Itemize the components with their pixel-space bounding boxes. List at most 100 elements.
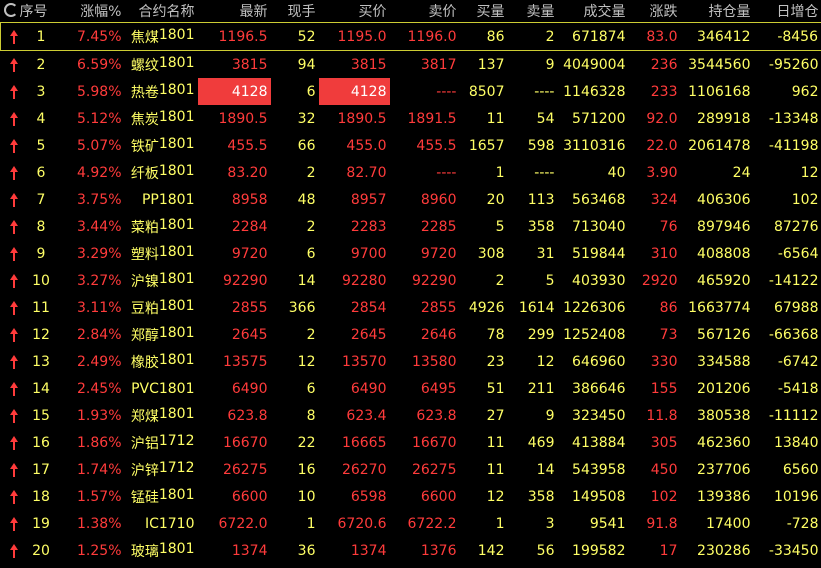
bid-vol-cell: 86 — [459, 22, 508, 51]
change-cell: 91.8 — [646, 515, 678, 532]
contract-cell[interactable]: 玻璃 1801 — [125, 537, 198, 564]
contract-cell[interactable]: IC 1710 — [125, 510, 198, 537]
index-cell: 10 — [32, 272, 50, 289]
contract-cell[interactable]: 塑料 1801 — [125, 240, 198, 267]
contract-month: 1801 — [158, 270, 195, 287]
open-interest-cell: 334588 — [697, 353, 751, 370]
ask-vol-cell: 12 — [536, 353, 555, 370]
header-contract-name[interactable]: 合约名称 — [125, 0, 198, 23]
volume-cell: 713040 — [572, 218, 626, 235]
contract-cell[interactable]: 纤板 1801 — [125, 159, 198, 186]
table-row[interactable]: 4 5.12% 焦炭 1801 1890.5 32 1890.5 1891.5 11 54 5712… — [1, 105, 821, 132]
contract-name: 纤板 — [130, 165, 159, 182]
table-row[interactable]: 15 1.93% 郑煤 1801 623.8 8 623.4 623.8 27 9 323450 11… — [1, 402, 821, 429]
open-interest-cell: 406306 — [697, 191, 751, 208]
header-ask-vol[interactable]: 卖量 — [508, 0, 558, 23]
open-interest-cell: 3544560 — [688, 56, 751, 73]
index-cell: 13 — [32, 353, 50, 370]
change-pct-cell: 3.29% — [77, 245, 122, 262]
header-last[interactable]: 最新 — [198, 0, 271, 23]
contract-cell[interactable]: 螺纹 1801 — [125, 51, 198, 79]
contract-cell[interactable]: 沪镍 1801 — [125, 267, 198, 294]
refresh-icon[interactable] — [3, 3, 18, 17]
header-change[interactable]: 涨跌 — [629, 0, 681, 23]
contract-cell[interactable]: 豆粕 1801 — [125, 294, 198, 321]
current-hand-cell: 6 — [306, 83, 316, 100]
table-row[interactable]: 11 3.11% 豆粕 1801 2855 366 2854 2855 4926 1614 1226… — [1, 294, 821, 321]
bid-cell: 82.70 — [346, 164, 387, 181]
contract-cell[interactable]: PP 1801 — [125, 186, 198, 213]
change-pct-cell: 3.27% — [77, 272, 122, 289]
table-row[interactable]: 16 1.86% 沪铝 1712 16670 22 16665 16670 11 469 41388… — [1, 429, 821, 456]
trend-cell — [1, 483, 23, 510]
table-row[interactable]: 7 3.75% PP 1801 8958 48 8957 8960 20 113 563468 324… — [1, 186, 821, 213]
last-cell: 8958 — [231, 191, 268, 208]
bid-cell: 2854 — [350, 299, 387, 316]
header-change-pct[interactable]: 涨幅% — [60, 0, 125, 23]
table-row[interactable]: 1 7.45% 焦煤 1801 1196.5 52 1195.0 1196.0 86 2 67187… — [0, 22, 821, 51]
contract-cell[interactable]: PVC 1801 — [125, 375, 198, 402]
contract-cell[interactable]: 焦炭 1801 — [125, 105, 198, 132]
header-daily-oi-change[interactable]: 日增仓 — [754, 0, 821, 23]
volume-cell: 199582 — [572, 542, 626, 559]
table-row[interactable]: 17 1.74% 沪锌 1712 26275 16 26270 26275 11 14 543958… — [1, 456, 821, 483]
table-row[interactable]: 10 3.27% 沪镍 1801 92290 14 92280 92290 2 5 403930 29… — [1, 267, 821, 294]
index-cell: 14 — [32, 380, 50, 397]
contract-cell[interactable]: 郑煤 1801 — [125, 402, 198, 429]
header-bid[interactable]: 买价 — [319, 0, 390, 23]
daily-oi-change-cell: -8456 — [753, 22, 821, 51]
ask-vol-cell: 211 — [527, 380, 555, 397]
daily-oi-change-cell: -66368 — [768, 326, 819, 343]
volume-cell: 386646 — [572, 380, 626, 397]
bid-cell: 455.0 — [346, 137, 387, 154]
open-interest-cell: 24 — [732, 164, 751, 181]
trend-cell — [1, 78, 23, 105]
contract-cell[interactable]: 菜粕 1801 — [125, 213, 198, 240]
header-open-interest[interactable]: 持仓量 — [681, 0, 754, 23]
contract-cell[interactable]: 铁矿 1801 — [125, 132, 198, 159]
header-ask[interactable]: 卖价 — [390, 0, 460, 23]
volume-cell: 149508 — [572, 488, 626, 505]
contract-cell[interactable]: 焦煤 1801 — [124, 22, 198, 51]
daily-oi-change-cell: 67988 — [773, 299, 819, 316]
up-arrow-icon — [9, 462, 19, 477]
header-bid-vol[interactable]: 买量 — [460, 0, 508, 23]
change-cell: 102 — [650, 488, 678, 505]
index-cell: 3 — [36, 83, 46, 100]
contract-cell[interactable]: 郑醇 1801 — [125, 321, 198, 348]
contract-cell[interactable]: 橡胶 1801 — [125, 348, 198, 375]
table-row[interactable]: 18 1.57% 锰硅 1801 6600 10 6598 6600 12 358 149508 10… — [1, 483, 821, 510]
contract-cell[interactable]: 沪铝 1712 — [125, 429, 198, 456]
contract-cell[interactable]: 热卷 1801 — [125, 78, 198, 105]
table-row[interactable]: 3 5.98% 热卷 1801 4128 6 4128 ---- 8507 ---- 1146328… — [1, 78, 821, 105]
bid-vol-cell: 137 — [477, 56, 505, 73]
daily-oi-change-cell: -14122 — [768, 272, 819, 289]
bid-vol-cell: 12 — [486, 488, 505, 505]
bid-cell: 13570 — [341, 353, 387, 370]
daily-oi-change-cell: 10196 — [773, 488, 819, 505]
table-row[interactable]: 2 6.59% 螺纹 1801 3815 94 3815 3817 137 9 4049004 236… — [1, 51, 821, 79]
trend-cell — [1, 240, 23, 267]
header-current-hand[interactable]: 现手 — [271, 0, 319, 23]
table-row[interactable]: 12 2.84% 郑醇 1801 2645 2 2645 2646 78 299 1252408 73… — [1, 321, 821, 348]
contract-month: 1801 — [158, 26, 195, 43]
futures-quote-table: 序号 涨幅% 合约名称 最新 现手 买价 卖价 买量 卖量 成交量 涨跌 持仓量… — [0, 0, 821, 564]
contract-cell[interactable]: 锰硅 1801 — [125, 483, 198, 510]
ask-cell: ---- — [436, 164, 457, 181]
table-row[interactable]: 9 3.29% 塑料 1801 9720 6 9700 9720 308 31 519844 310 4… — [1, 240, 821, 267]
contract-month: 1801 — [158, 540, 195, 557]
header-volume[interactable]: 成交量 — [558, 0, 629, 23]
last-cell: 92290 — [222, 272, 268, 289]
ask-vol-cell: 9 — [545, 407, 555, 424]
header-index[interactable]: 序号 — [1, 0, 60, 23]
table-row[interactable]: 13 2.49% 橡胶 1801 13575 12 13570 13580 23 12 646960… — [1, 348, 821, 375]
table-row[interactable]: 20 1.25% 玻璃 1801 1374 36 1374 1376 142 56 199582 17… — [1, 537, 821, 564]
table-row[interactable]: 5 5.07% 铁矿 1801 455.5 66 455.0 455.5 1657 598 3110… — [1, 132, 821, 159]
daily-oi-change-cell: 12 — [800, 164, 819, 181]
table-row[interactable]: 8 3.44% 菜粕 1801 2284 2 2283 2285 5 358 713040 76 897… — [1, 213, 821, 240]
table-row[interactable]: 6 4.92% 纤板 1801 83.20 2 82.70 ---- 1 ---- 40 3.90 24… — [1, 159, 821, 186]
table-row[interactable]: 19 1.38% IC 1710 6722.0 1 6720.6 6722.2 1 3 9541 91… — [1, 510, 821, 537]
bid-cell: 9700 — [350, 245, 387, 262]
table-row[interactable]: 14 2.45% PVC 1801 6490 6 6490 6495 51 211 386646 15… — [1, 375, 821, 402]
contract-cell[interactable]: 沪锌 1712 — [125, 456, 198, 483]
